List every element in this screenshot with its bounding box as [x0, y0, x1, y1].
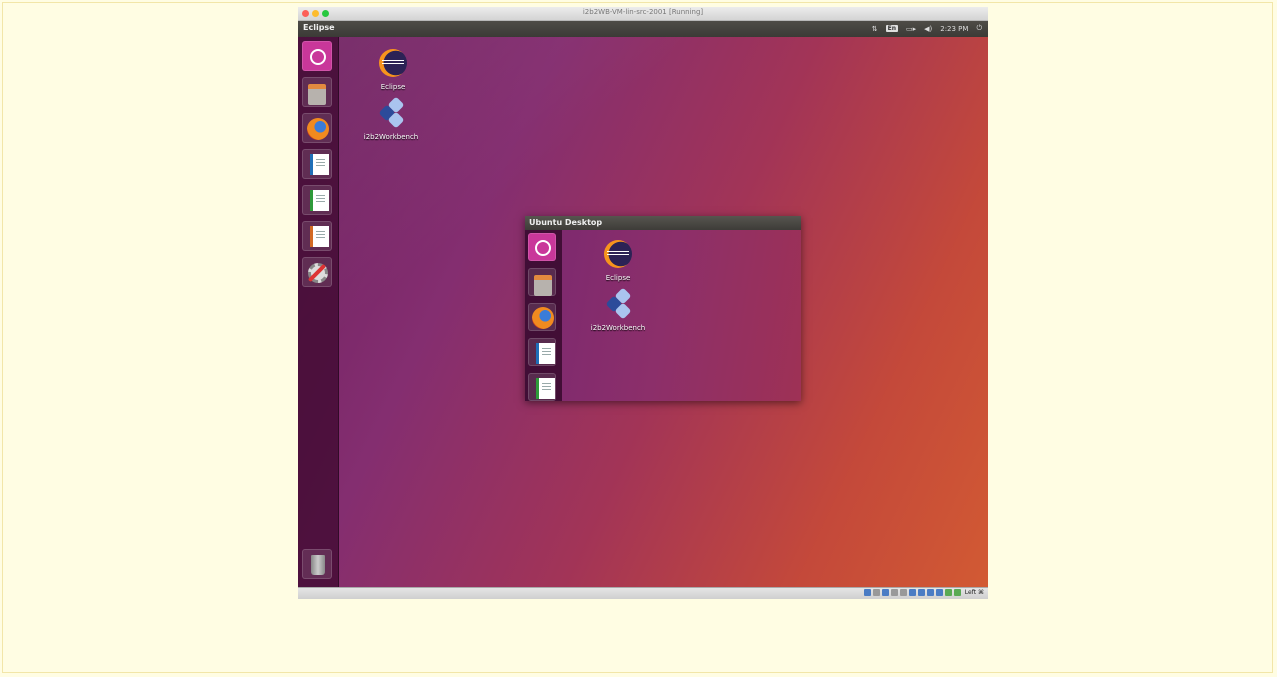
preview-icon-label: Eclipse [605, 274, 631, 282]
desktop-icon-label: i2b2Workbench [363, 133, 419, 141]
files-icon[interactable] [302, 77, 332, 107]
virtualbox-window: i2b2WB-VM-lin-src-2001 [Running] Eclipse… [298, 7, 988, 599]
audio-icon[interactable] [881, 589, 889, 596]
preview-window-title: Ubuntu Desktop [525, 216, 801, 230]
calc-icon[interactable] [302, 185, 332, 215]
preview-icon-eclipse: Eclipse [583, 240, 653, 282]
preview-icon-i2b2workbench: i2b2Workbench [583, 287, 653, 332]
settings-icon[interactable] [302, 257, 332, 287]
desktop-icon-label: Eclipse [380, 83, 406, 91]
firefox-icon [528, 303, 556, 331]
ubuntu-top-panel: Eclipse ⇅ En ▭▸ ◀) 2:23 PM ⏻ [298, 21, 988, 37]
preview-launcher [525, 230, 562, 401]
desktop-icon-i2b2workbench[interactable]: i2b2Workbench [356, 96, 426, 141]
network-icon[interactable]: ⇅ [872, 25, 878, 33]
eclipse-icon [379, 49, 407, 77]
window-title: i2b2WB-VM-lin-src-2001 [Running] [582, 8, 704, 16]
desktop-icon-eclipse[interactable]: Eclipse [358, 49, 428, 91]
dash-icon [528, 233, 556, 261]
firefox-icon[interactable] [302, 113, 332, 143]
usb-icon[interactable] [899, 589, 907, 596]
battery-icon[interactable]: ▭▸ [906, 25, 916, 33]
preview-window-body: Eclipse i2b2Workbench [525, 230, 801, 401]
network-adapter-icon[interactable] [890, 589, 898, 596]
shared-folders-icon[interactable] [908, 589, 916, 596]
cpu-icon[interactable] [935, 589, 943, 596]
writer-icon [528, 338, 556, 366]
volume-icon[interactable]: ◀) [924, 25, 932, 33]
active-app-title: Eclipse [303, 23, 335, 32]
keyboard-layout-indicator[interactable]: En [885, 25, 898, 32]
keyboard-capture-icon[interactable] [953, 589, 961, 596]
preview-icon-label: i2b2Workbench [590, 324, 646, 332]
ubuntu-desktop: Eclipse i2b2Workbench Ubuntu Desktop Ecl… [298, 37, 988, 587]
window-titlebar: i2b2WB-VM-lin-src-2001 [Running] [298, 7, 988, 21]
recording-icon[interactable] [926, 589, 934, 596]
files-icon [528, 268, 556, 296]
virtualbox-status-bar: Left ⌘ [298, 587, 988, 599]
ubuntu-desktop-preview-window[interactable]: Ubuntu Desktop Eclipse i2b2Workbench [525, 216, 801, 401]
status-bar-indicators: Left ⌘ [863, 589, 984, 596]
calc-icon [528, 373, 556, 401]
panel-indicators: ⇅ En ▭▸ ◀) 2:23 PM ⏻ [872, 24, 982, 33]
clock[interactable]: 2:23 PM [940, 25, 968, 33]
eclipse-icon [604, 240, 632, 268]
i2b2-workbench-icon [376, 96, 406, 129]
impress-icon[interactable] [302, 221, 332, 251]
mouse-integration-icon[interactable] [944, 589, 952, 596]
power-icon[interactable]: ⏻ [976, 24, 982, 33]
dash-icon[interactable] [302, 41, 332, 71]
display-icon[interactable] [917, 589, 925, 596]
host-key-label: Left ⌘ [964, 589, 984, 596]
unity-launcher [298, 37, 339, 587]
writer-icon[interactable] [302, 149, 332, 179]
i2b2-workbench-icon [603, 287, 633, 320]
optical-drive-icon[interactable] [872, 589, 880, 596]
hard-disk-icon[interactable] [863, 589, 871, 596]
trash-icon[interactable] [302, 549, 332, 579]
